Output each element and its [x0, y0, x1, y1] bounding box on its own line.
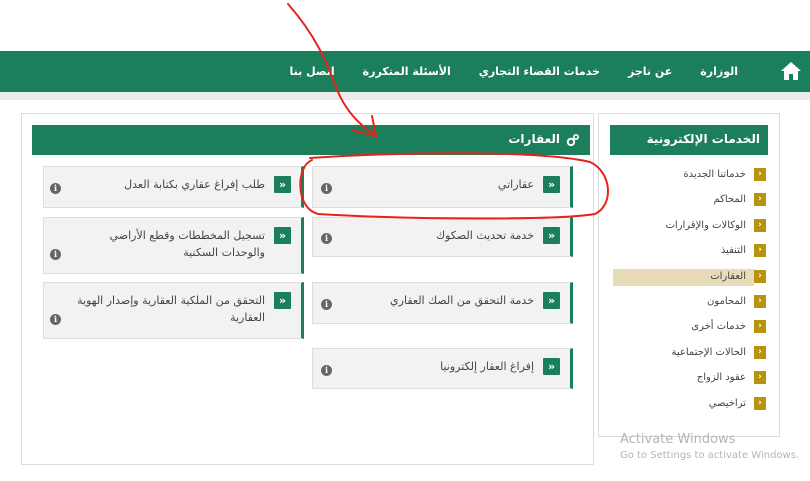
sidebar-item-new-services[interactable]: ‹ خدماتنا الجديدة [613, 163, 766, 188]
info-icon[interactable]: i [50, 249, 61, 260]
service-card-label: تسجيل المخططات وقطع الأراضي والوحدات الس… [109, 229, 265, 259]
info-icon[interactable]: i [321, 299, 332, 310]
sidebar-item-execution[interactable]: ‹ التنفيذ [613, 239, 766, 264]
info-icon[interactable]: i [321, 365, 332, 376]
double-chevron-left-icon: « [543, 292, 560, 309]
gear-icon [566, 133, 580, 147]
sidebar-item-label: الوكالات والإقرارات [665, 219, 746, 231]
sidebar-item-real-estate[interactable]: ‹ العقارات [613, 265, 766, 290]
sidebar-item-label: عقود الزواج [696, 372, 746, 384]
chevron-left-icon: ‹ [754, 294, 766, 308]
sidebar-list: ‹ خدماتنا الجديدة ‹ المحاكم ‹ الوكالات و… [613, 163, 766, 417]
service-card-my-properties[interactable]: « عقاراتي i [312, 166, 573, 208]
chevron-left-icon: ‹ [754, 320, 766, 334]
nav-item-contact[interactable]: اتصل بنا [276, 65, 349, 78]
double-chevron-left-icon: « [543, 358, 560, 375]
sidebar-item-courts[interactable]: ‹ المحاكم [613, 188, 766, 213]
service-card-label: خدمة التحقق من الصك العقاري [390, 294, 534, 307]
nav-links: الوزارة عن ناجز خدمات القضاء التجاري الأ… [276, 51, 752, 92]
service-card-label: إفراغ العقار إلكترونيا [440, 360, 534, 373]
chevron-left-icon: ‹ [754, 371, 766, 385]
service-card-label: عقاراتي [497, 178, 534, 191]
sidebar-item-label: خدماتنا الجديدة [683, 169, 746, 180]
double-chevron-left-icon: « [274, 227, 291, 244]
service-card-verify-deed[interactable]: « خدمة التحقق من الصك العقاري i [312, 282, 573, 324]
info-icon[interactable]: i [50, 314, 61, 325]
sidebar-item-label: الحالات الإجتماعية [671, 346, 746, 358]
sidebar-item-label: العقارات [710, 270, 746, 282]
nav-item-ministry[interactable]: الوزارة [686, 65, 752, 78]
service-card-update-deeds[interactable]: « خدمة تحديث الصكوك i [312, 217, 573, 257]
watermark-subtitle: Go to Settings to activate Windows. [620, 450, 800, 461]
sidebar-item-social-status[interactable]: ‹ الحالات الإجتماعية [613, 341, 766, 366]
double-chevron-left-icon: « [274, 292, 291, 309]
watermark-title: Activate Windows [620, 432, 736, 447]
sidebar-item-label: تراخيصي [708, 397, 746, 409]
sidebar-title: الخدمات الإلكترونية [646, 132, 760, 146]
main-panel-header: العقارات [32, 125, 590, 155]
service-card-label: خدمة تحديث الصكوك [436, 229, 534, 242]
nav-shadow-bar [0, 92, 810, 100]
sidebar-item-licenses[interactable]: ‹ تراخيصي [613, 392, 766, 417]
service-card-verify-ownership[interactable]: « التحقق من الملكية العقارية وإصدار الهو… [43, 282, 304, 339]
service-card-electronic-transfer[interactable]: « إفراغ العقار إلكترونيا i [312, 348, 573, 389]
chevron-left-icon: ‹ [754, 269, 766, 283]
chevron-left-icon: ‹ [754, 218, 766, 232]
double-chevron-left-icon: « [543, 227, 560, 244]
sidebar-item-lawyers[interactable]: ‹ المحامون [613, 290, 766, 315]
service-card-label: التحقق من الملكية العقارية وإصدار الهوية… [77, 294, 265, 324]
double-chevron-left-icon: « [543, 176, 560, 193]
chevron-left-icon: ‹ [754, 168, 766, 181]
service-card-label: طلب إفراغ عقاري بكتابة العدل [124, 178, 265, 191]
sidebar-header: الخدمات الإلكترونية [610, 125, 768, 155]
info-icon[interactable]: i [321, 233, 332, 244]
sidebar-item-other-services[interactable]: ‹ خدمات أخرى [613, 315, 766, 340]
chevron-left-icon: ‹ [754, 244, 766, 258]
info-icon[interactable]: i [321, 183, 332, 194]
sidebar-item-label: المحاكم [713, 194, 746, 206]
nav-item-faq[interactable]: الأسئلة المتكررة [349, 65, 465, 78]
chevron-left-icon: ‹ [754, 345, 766, 359]
home-icon[interactable] [780, 61, 802, 81]
top-nav-bar: الوزارة عن ناجز خدمات القضاء التجاري الأ… [0, 51, 810, 92]
nav-item-commercial[interactable]: خدمات القضاء التجاري [465, 65, 614, 78]
sidebar-item-label: خدمات أخرى [691, 321, 746, 333]
windows-activation-watermark: Activate Windows Go to Settings to activ… [620, 432, 799, 461]
sidebar-item-label: التنفيذ [720, 245, 746, 257]
nav-item-about[interactable]: عن ناجز [614, 65, 686, 78]
double-chevron-left-icon: « [274, 176, 291, 193]
sidebar-item-label: المحامون [707, 295, 746, 307]
chevron-left-icon: ‹ [754, 193, 766, 207]
page-title: العقارات [508, 132, 560, 146]
service-card-notary-transfer[interactable]: « طلب إفراغ عقاري بكتابة العدل i [43, 166, 304, 208]
service-card-register-plans[interactable]: « تسجيل المخططات وقطع الأراضي والوحدات ا… [43, 217, 304, 274]
sidebar-item-marriage-contracts[interactable]: ‹ عقود الزواج [613, 366, 766, 391]
sidebar-item-powers-of-attorney[interactable]: ‹ الوكالات والإقرارات [613, 214, 766, 239]
info-icon[interactable]: i [50, 183, 61, 194]
chevron-left-icon: ‹ [754, 396, 766, 410]
